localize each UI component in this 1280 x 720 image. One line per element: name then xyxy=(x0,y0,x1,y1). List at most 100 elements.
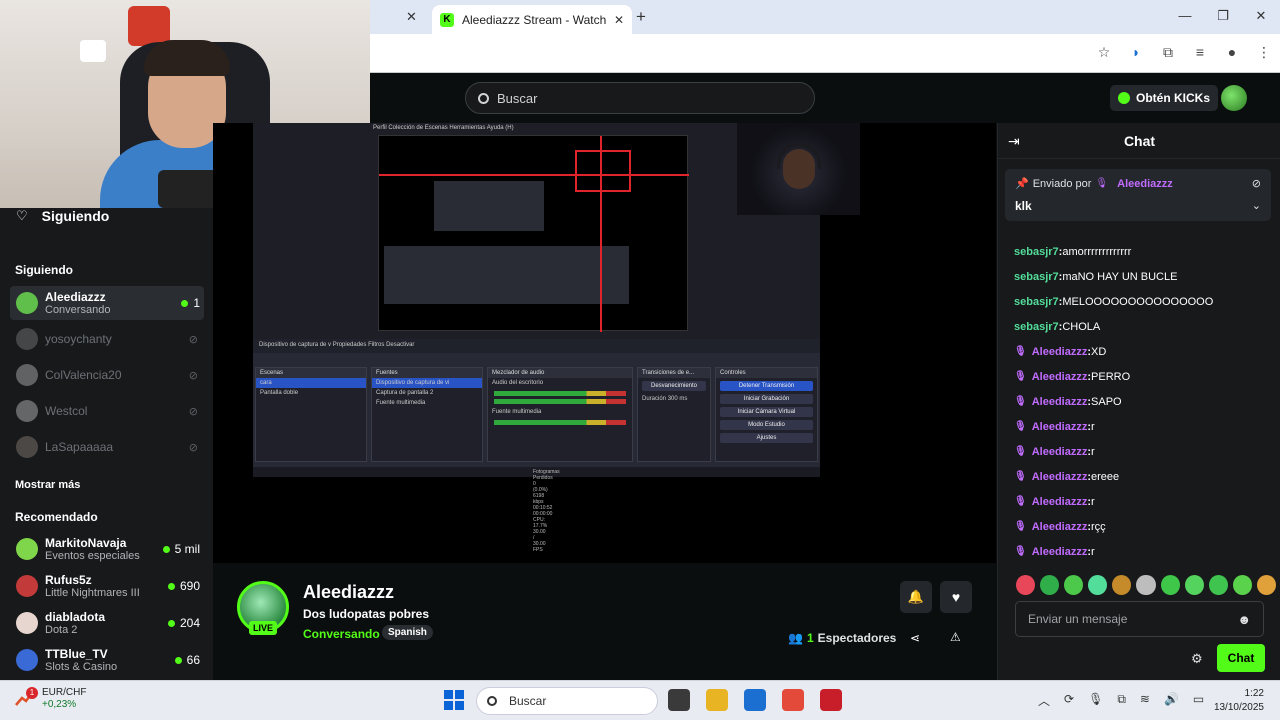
taskbar-app-icon[interactable] xyxy=(706,689,728,711)
send-chat-button[interactable]: Chat xyxy=(1217,644,1265,672)
chevron-down-icon[interactable]: ⌄ xyxy=(1252,199,1261,212)
search-input[interactable]: Buscar xyxy=(465,82,815,114)
clock[interactable]: 1:22 13/10/2025 xyxy=(1214,687,1264,715)
emote-icon[interactable] xyxy=(1232,575,1252,595)
windows-start-icon[interactable] xyxy=(444,690,464,710)
taskbar-app-icon[interactable] xyxy=(744,689,766,711)
chat-message: 🎙 Aleediazzz: XD xyxy=(1014,339,1274,364)
taskbar: 1 EUR/CHF +0,23% Buscar ︿ ⟳ 🎙 ⧉ ≋ 🔊 ▭ 1:22 13/… xyxy=(0,680,1280,720)
sidebar-following-header[interactable]: ♡ Siguiendo xyxy=(16,208,109,224)
chat-username[interactable]: Aleediazzz xyxy=(1032,546,1088,558)
notification-button[interactable]: 🔔 xyxy=(900,581,932,613)
obs-source-item: Captura de pantalla 2 xyxy=(376,390,434,396)
chat-message: 🎙 Aleediazzz: r xyxy=(1014,539,1274,564)
menu-icon[interactable]: ⋮ xyxy=(1256,44,1272,61)
previous-tab-close-icon[interactable]: ✕ xyxy=(406,9,417,25)
sidebar-channel-aleediazzz[interactable]: Aleediazzz Conversando 1 xyxy=(10,286,204,320)
language-tag[interactable]: Spanish xyxy=(382,625,433,640)
tray-icon[interactable]: ≋ xyxy=(1140,692,1150,709)
sidebar-channel-rufus5z[interactable]: Rufus5z Little Nightmares III 690 xyxy=(10,569,204,603)
tray-icon[interactable]: ▭ xyxy=(1193,692,1204,709)
sidebar-channel-diabladota[interactable]: diabladota Dota 2 204 xyxy=(10,606,204,640)
chat-username[interactable]: Aleediazzz xyxy=(1032,496,1088,508)
chat-username[interactable]: Aleediazzz xyxy=(1032,521,1088,533)
emote-icon[interactable] xyxy=(1064,575,1084,595)
extensions-icon[interactable]: ⧉ xyxy=(1160,44,1176,61)
viewer-count: 204 xyxy=(167,616,204,630)
emote-icon[interactable] xyxy=(1112,575,1132,595)
heart-icon: ♥ xyxy=(951,589,961,605)
sidebar-channel-markitonavaja[interactable]: MarkitoNavaja Eventos especiales 5 mil xyxy=(10,532,204,566)
chat-username[interactable]: sebasjr7 xyxy=(1014,246,1059,258)
chat-username[interactable]: Aleediazzz xyxy=(1032,371,1088,383)
gear-icon[interactable]: ⚙ xyxy=(1191,651,1203,667)
tray-icon[interactable]: 🔊 xyxy=(1164,692,1179,709)
taskbar-app-icon[interactable] xyxy=(668,689,690,711)
star-icon[interactable]: ☆ xyxy=(1096,44,1112,61)
emote-icon[interactable] xyxy=(1160,575,1180,595)
widgets-ticker[interactable]: 1 EUR/CHF +0,23% xyxy=(14,687,86,711)
playlist-icon[interactable]: ≡ xyxy=(1192,44,1208,61)
get-kicks-button[interactable]: Obtén KICKs xyxy=(1110,85,1219,111)
live-dot-icon xyxy=(181,299,189,307)
viewer-number: 204 xyxy=(179,616,200,630)
sidebar-channel-ttblue_tv[interactable]: TTBlue_TV Slots & Casino 66 xyxy=(10,643,204,677)
tray-icon[interactable]: ⧉ xyxy=(1117,692,1126,709)
pin-icon: 📌 xyxy=(1015,178,1029,190)
warning-icon[interactable]: ⚠ xyxy=(950,630,961,644)
taskbar-app-icon[interactable] xyxy=(782,689,804,711)
follow-button[interactable]: ♥ xyxy=(940,581,972,613)
tray-icon[interactable]: 🎙 xyxy=(1088,692,1103,709)
user-avatar[interactable] xyxy=(1221,85,1247,111)
obs-mixer-panel: Mezclador de audio Audio del escritorio … xyxy=(487,367,633,462)
search-icon xyxy=(487,696,497,706)
chat-header: ⇥ Chat xyxy=(998,123,1280,159)
sidebar-channel-colvalencia20[interactable]: ColValencia20 ⊘ xyxy=(10,358,204,392)
chat-username[interactable]: sebasjr7 xyxy=(1014,271,1059,283)
wall-decoration xyxy=(80,40,106,62)
restore-icon[interactable]: ❐ xyxy=(1204,0,1242,34)
emote-icon[interactable] xyxy=(1184,575,1204,595)
emote-icon[interactable] xyxy=(1016,575,1036,595)
emote-icon[interactable] xyxy=(1208,575,1228,595)
chat-username[interactable]: Aleediazzz xyxy=(1032,471,1088,483)
chat-username[interactable]: Aleediazzz xyxy=(1032,346,1088,358)
emote-icon[interactable] xyxy=(1088,575,1108,595)
chat-username[interactable]: Aleediazzz xyxy=(1032,421,1088,433)
emote-icon[interactable] xyxy=(1136,575,1156,595)
tray-icon[interactable]: ⟳ xyxy=(1064,692,1074,709)
chat-username[interactable]: sebasjr7 xyxy=(1014,321,1059,333)
channel-category: Eventos especiales xyxy=(45,549,140,562)
profile-icon[interactable]: ● xyxy=(1224,44,1240,61)
share-icon[interactable]: ⋖ xyxy=(910,631,920,645)
show-more-link[interactable]: Mostrar más xyxy=(15,479,80,491)
video-player[interactable]: Perfil Colección de Escenas Herramientas… xyxy=(213,123,996,563)
streamer-name[interactable]: Aleediazzz xyxy=(303,582,394,603)
sidebar-channel-yosoychanty[interactable]: yosoychanty ⊘ xyxy=(10,322,204,356)
tray-icon[interactable]: ︿ xyxy=(1038,692,1050,709)
emoji-icon[interactable]: ☻ xyxy=(1237,612,1251,627)
hide-pin-icon[interactable]: ⊘ xyxy=(1252,177,1261,190)
viewer-count: 690 xyxy=(167,579,204,593)
minimize-icon[interactable]: — xyxy=(1166,0,1204,34)
chat-message: 🎙 Aleediazzz: r xyxy=(1014,414,1274,439)
emote-icon[interactable] xyxy=(1040,575,1060,595)
active-tab[interactable]: K Aleediazzz Stream - Watch Live ✕ xyxy=(432,5,632,34)
taskbar-app-icon[interactable] xyxy=(820,689,842,711)
chat-username[interactable]: Aleediazzz xyxy=(1032,396,1088,408)
stream-category[interactable]: Conversando xyxy=(303,627,380,641)
chat-username[interactable]: sebasjr7 xyxy=(1014,296,1059,308)
taskbar-search[interactable]: Buscar xyxy=(476,687,658,715)
tab-close-icon[interactable]: ✕ xyxy=(614,13,624,27)
new-tab-icon[interactable]: + xyxy=(636,7,646,27)
emote-icon[interactable] xyxy=(1256,575,1277,595)
pinned-by-user[interactable]: Aleediazzz xyxy=(1117,178,1173,190)
obs-duration: Duración 300 ms xyxy=(638,394,710,404)
chat-username[interactable]: Aleediazzz xyxy=(1032,446,1088,458)
close-window-icon[interactable]: ✕ xyxy=(1242,0,1280,34)
audio-icon[interactable]: ◗ xyxy=(1128,44,1144,61)
chat-input[interactable]: Enviar un mensaje ☻ xyxy=(1015,601,1264,637)
sidebar-channel-westcol[interactable]: Westcol ⊘ xyxy=(10,394,204,428)
recommended-section-title: Recomendado xyxy=(15,510,98,524)
sidebar-channel-lasapaaaaa[interactable]: LaSapaaaaa ⊘ xyxy=(10,430,204,464)
